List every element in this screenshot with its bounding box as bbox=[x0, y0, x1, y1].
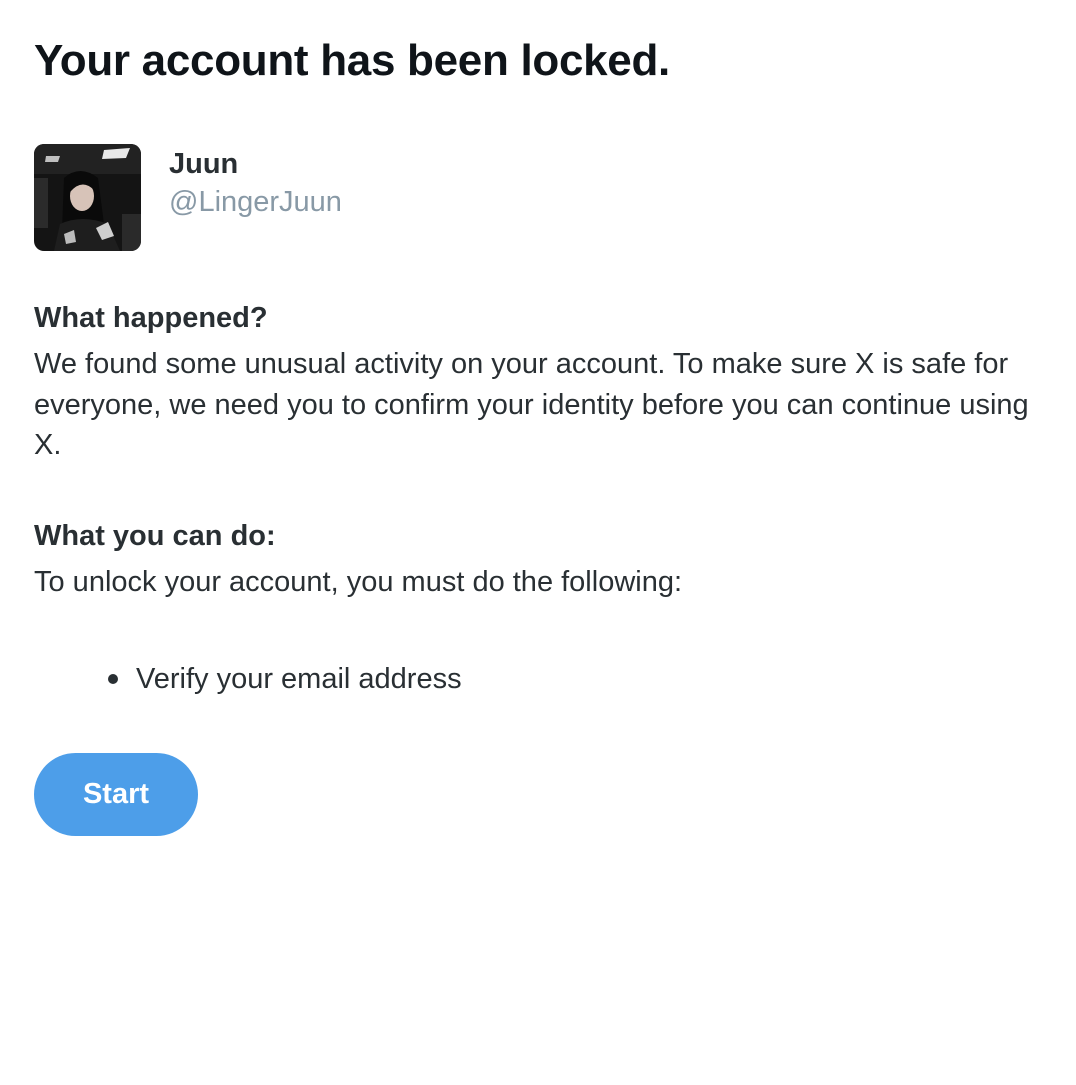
profile-names: Juun @LingerJuun bbox=[169, 144, 342, 222]
what-you-can-do-heading: What you can do: bbox=[34, 520, 276, 552]
what-you-can-do-section: What you can do: To unlock your account,… bbox=[34, 518, 1054, 603]
list-item: Verify your email address bbox=[108, 659, 462, 699]
unlock-steps-list: Verify your email address bbox=[108, 659, 462, 699]
step-label: Verify your email address bbox=[136, 663, 462, 695]
avatar bbox=[34, 144, 141, 251]
page-title: Your account has been locked. bbox=[34, 36, 670, 85]
account-profile: Juun @LingerJuun bbox=[34, 144, 342, 251]
what-you-can-do-text: To unlock your account, you must do the … bbox=[34, 566, 683, 598]
user-handle: @LingerJuun bbox=[169, 186, 342, 218]
what-happened-heading: What happened? bbox=[34, 302, 268, 334]
start-button[interactable]: Start bbox=[34, 753, 198, 836]
bullet-icon bbox=[108, 674, 118, 684]
what-happened-text: We found some unusual activity on your a… bbox=[34, 348, 1029, 461]
display-name: Juun bbox=[169, 148, 239, 180]
what-happened-section: What happened? We found some unusual act… bbox=[34, 300, 1054, 466]
